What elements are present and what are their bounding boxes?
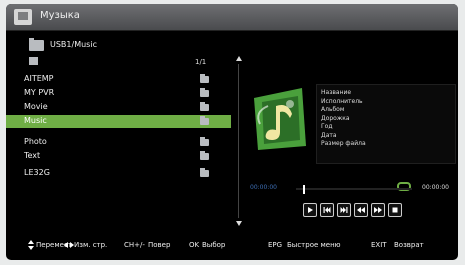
hint-exit-label: Возврат bbox=[394, 241, 424, 249]
list-item-label: Text bbox=[24, 151, 41, 160]
parent-folder-icon[interactable] bbox=[29, 57, 38, 65]
hint-ch-key: CH+/- bbox=[124, 241, 145, 249]
prev-track-icon[interactable] bbox=[320, 203, 334, 217]
album-label: Альбом bbox=[321, 106, 345, 113]
current-path: USB1/Music bbox=[50, 40, 97, 49]
fast-forward-icon[interactable] bbox=[371, 203, 385, 217]
hint-epg-key: EPG bbox=[268, 241, 283, 249]
list-item[interactable]: LE32G bbox=[6, 167, 231, 180]
list-item-label: Music bbox=[24, 116, 47, 125]
scroll-up-icon[interactable] bbox=[236, 56, 242, 61]
track-title-label: Название bbox=[321, 89, 352, 96]
media-player-screen: Музыка USB1/Music 1/1 AITEMP MY PVR Movi… bbox=[6, 4, 458, 260]
rewind-icon[interactable] bbox=[354, 203, 368, 217]
list-item-label: Photo bbox=[24, 137, 47, 146]
hint-page: Изм. стр. bbox=[74, 241, 108, 249]
current-time: 00:00:00 bbox=[250, 184, 277, 191]
title-bar: Музыка bbox=[6, 4, 458, 31]
hint-ok-key: OK bbox=[189, 241, 200, 249]
hint-ok-label: Выбор bbox=[202, 241, 226, 249]
list-item-label: AITEMP bbox=[24, 74, 54, 83]
total-time: 00:00:00 bbox=[422, 184, 449, 191]
folder-icon bbox=[200, 88, 209, 97]
list-item[interactable]: MY PVR bbox=[6, 87, 231, 100]
left-right-arrows-icon bbox=[64, 242, 74, 248]
list-item[interactable]: Movie bbox=[6, 101, 231, 114]
date-label: Дата bbox=[321, 131, 337, 139]
list-item-selected[interactable]: Music bbox=[6, 115, 231, 128]
folder-icon bbox=[200, 151, 209, 160]
folder-icon bbox=[200, 74, 209, 83]
play-icon[interactable] bbox=[303, 203, 317, 217]
folder-icon bbox=[200, 102, 209, 111]
stop-icon[interactable] bbox=[388, 203, 402, 217]
progress-bar[interactable] bbox=[296, 188, 412, 190]
up-down-arrows-icon bbox=[28, 240, 34, 250]
file-list: 1/1 AITEMP MY PVR Movie Music Photo Text… bbox=[6, 56, 231, 236]
artist-label: Исполнитель bbox=[321, 97, 363, 105]
scroll-down-icon[interactable] bbox=[236, 221, 242, 226]
track-number-label: Дорожка bbox=[321, 114, 350, 122]
list-item[interactable]: Text bbox=[6, 150, 231, 163]
file-size-label: Размер файла bbox=[321, 140, 366, 147]
media-app-icon bbox=[14, 9, 32, 25]
hint-exit-key: EXIT bbox=[371, 241, 387, 249]
page-counter: 1/1 bbox=[195, 58, 207, 66]
folder-icon bbox=[29, 38, 44, 51]
album-art-music-note-icon bbox=[250, 84, 310, 154]
list-item-label: MY PVR bbox=[24, 88, 55, 97]
next-track-icon[interactable] bbox=[337, 203, 351, 217]
window-title: Музыка bbox=[40, 10, 80, 21]
list-item-label: Movie bbox=[24, 102, 48, 111]
hint-epg-label: Быстрое меню bbox=[287, 241, 341, 249]
folder-icon bbox=[200, 116, 209, 125]
year-label: Год bbox=[321, 123, 333, 130]
list-item-label: LE32G bbox=[24, 168, 50, 177]
track-info-panel: Название Исполнитель Альбом Дорожка Год … bbox=[316, 84, 456, 164]
playback-timeline: 00:00:00 00:00:00 bbox=[250, 184, 455, 194]
breadcrumb: USB1/Music bbox=[6, 32, 231, 54]
hint-ch-label: Повер bbox=[148, 241, 171, 249]
list-item[interactable]: Photo bbox=[6, 136, 231, 149]
list-item[interactable]: AITEMP bbox=[6, 73, 231, 86]
folder-icon bbox=[200, 137, 209, 146]
scrollbar[interactable] bbox=[238, 64, 239, 218]
folder-icon bbox=[200, 168, 209, 177]
key-hint-bar: Перемест Изм. стр. CH+/- Повер OK Выбор … bbox=[6, 236, 458, 260]
progress-knob[interactable] bbox=[303, 185, 305, 194]
